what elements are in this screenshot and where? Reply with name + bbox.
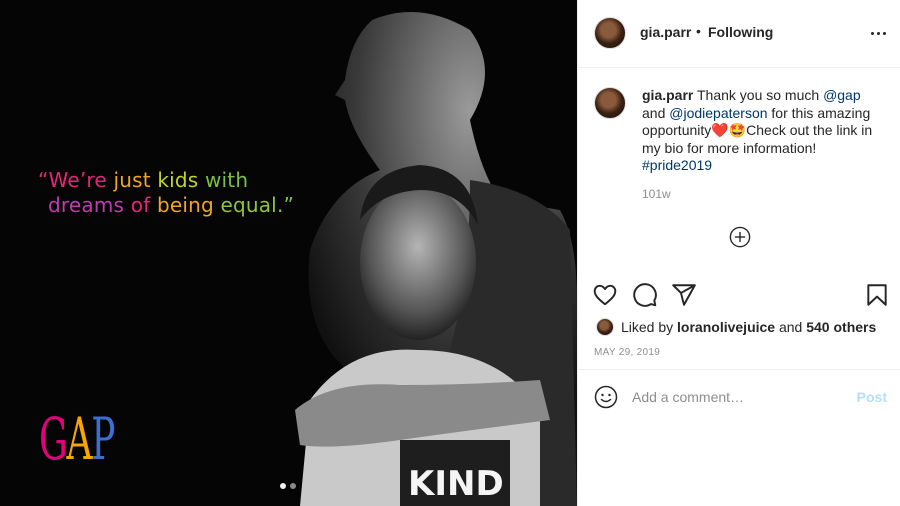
quote-line-1: “We’re just kids with	[38, 168, 294, 193]
likes-summary: Liked by loranolivejuice and 540 others	[596, 317, 896, 337]
likes-middle: and	[775, 319, 807, 335]
quote-line2-word: equal.	[220, 193, 284, 217]
quote-line2-word: being	[156, 193, 221, 217]
heart-icon[interactable]	[592, 282, 618, 308]
quote-line-2: dreams of being equal.”	[38, 193, 294, 218]
following-button[interactable]: Following	[708, 24, 773, 40]
svg-text:KIND: KIND	[408, 464, 504, 504]
carousel-dot	[290, 483, 296, 489]
gap-logo: GAP	[39, 404, 115, 474]
comment-icon[interactable]	[632, 282, 658, 308]
quote-line2-word: dreams	[48, 193, 131, 217]
bookmark-icon[interactable]	[864, 282, 890, 308]
more-icon[interactable]	[869, 24, 887, 42]
logo-letter: A	[66, 405, 92, 473]
likes-prefix: Liked by	[621, 319, 678, 335]
load-more-icon[interactable]	[729, 226, 751, 248]
logo-letter: P	[91, 405, 115, 473]
mention-jodiepaterson[interactable]: @jodiepaterson	[669, 105, 767, 121]
author-avatar[interactable]	[594, 17, 626, 49]
quote-line2-word: ”	[283, 193, 295, 217]
post-image[interactable]: KIND “We’re just kids with dreams of bei…	[0, 0, 577, 506]
comment-bar: Post	[578, 369, 900, 423]
post-header: gia.parr • Following	[578, 0, 900, 68]
post-caption: gia.parr Thank you so much @gap and @jod…	[642, 87, 887, 175]
carousel-indicator	[280, 483, 296, 489]
quote-line1-word: kids	[157, 168, 205, 192]
quote-line1-word: with	[204, 168, 249, 192]
mention-gap[interactable]: @gap	[823, 87, 861, 103]
likes-others-link[interactable]: 540 others	[806, 319, 876, 335]
comment-input[interactable]	[632, 386, 842, 408]
logo-letter: G	[39, 405, 68, 473]
campaign-quote: “We’re just kids with dreams of being eq…	[38, 168, 294, 218]
post-date[interactable]: MAY 29, 2019	[594, 347, 660, 358]
liker-avatar[interactable]	[596, 318, 614, 336]
action-bar	[578, 280, 900, 310]
liker-username[interactable]: loranolivejuice	[677, 319, 775, 335]
quote-line2-word: of	[130, 193, 157, 217]
header-separator: •	[696, 23, 701, 39]
caption-text-2: and	[642, 104, 670, 121]
hashtag-pride2019[interactable]: #pride2019	[642, 157, 712, 173]
caption-time-ago[interactable]: 101w	[642, 187, 671, 201]
caption-text-1: Thank you so much	[693, 87, 824, 103]
instagram-post-view: KIND “We’re just kids with dreams of bei…	[0, 0, 900, 506]
caption-avatar[interactable]	[594, 87, 626, 119]
share-icon[interactable]	[671, 282, 697, 308]
post-side-panel: gia.parr • Following gia.parr Thank you …	[577, 0, 900, 506]
likes-text: Liked by loranolivejuice and 540 others	[621, 319, 876, 335]
quote-line1-word: “We’re	[38, 168, 114, 192]
caption-username[interactable]: gia.parr	[642, 87, 693, 103]
carousel-dot	[280, 483, 286, 489]
post-comment-button[interactable]: Post	[857, 389, 887, 405]
emoji-icon[interactable]	[594, 385, 618, 409]
author-username[interactable]: gia.parr	[640, 24, 691, 40]
quote-line1-word: just	[113, 168, 158, 192]
